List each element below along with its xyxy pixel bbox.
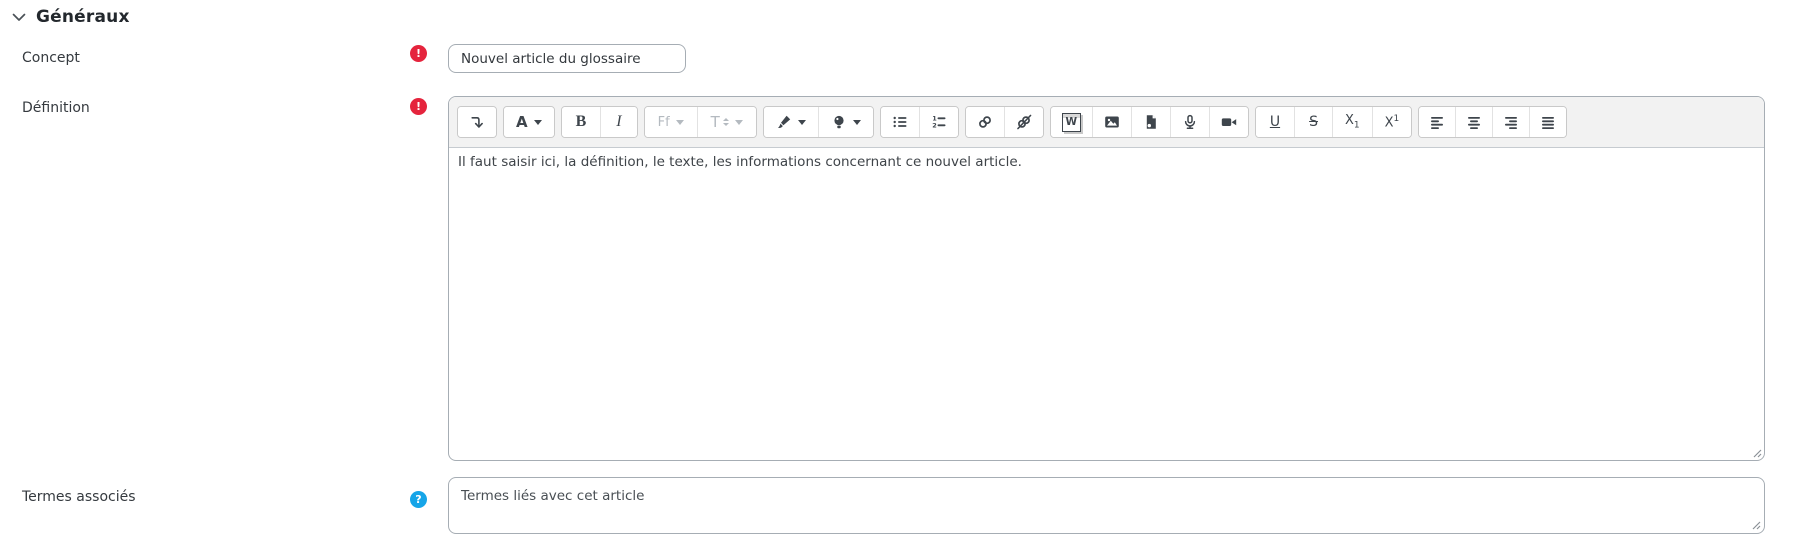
resize-handle-icon[interactable] [1750,519,1761,530]
word-import-button[interactable]: W [1051,107,1092,137]
font-size-button[interactable]: T [697,107,756,137]
record-audio-button[interactable] [1170,107,1209,137]
collapse-toolbar-button[interactable] [458,107,496,137]
toolbar-group-text-format: U S X1 X1 [1255,106,1412,138]
align-right-icon [1503,114,1519,130]
bold-label: B [576,114,587,130]
collapse-arrow-icon [469,114,485,130]
glossary-entry-form: Généraux Concept ! Définition ! [0,0,1803,538]
microphone-icon [1182,114,1198,130]
concept-input[interactable] [448,44,686,73]
toolbar-group-basic: B I [561,106,638,138]
font-family-label: Ff [658,116,670,129]
section-header-general: Généraux [0,0,1803,29]
align-center-icon [1466,114,1482,130]
underline-label: U [1270,115,1280,129]
video-camera-icon [1221,114,1237,130]
concept-row: Concept ! [0,44,1803,73]
definition-label: Définition [22,96,90,116]
subscript-label: X1 [1345,114,1360,131]
required-icon[interactable]: ! [410,45,427,62]
image-icon [1104,114,1120,130]
concept-label: Concept [22,44,80,66]
align-right-button[interactable] [1492,107,1529,137]
italic-button[interactable]: I [600,107,636,137]
unordered-list-button[interactable] [881,107,919,137]
numbered-list-icon: 12 [931,114,947,130]
toolbar-group-media: W [1050,106,1249,138]
collapse-section-toggle[interactable] [12,13,26,22]
toolbar-group-align [1418,106,1567,138]
caret-down-icon [853,120,861,125]
paragraph-styles-button[interactable]: A [504,107,554,137]
definition-row: Définition ! A [0,96,1803,461]
justify-icon [1540,114,1556,130]
caret-down-icon [676,120,684,125]
resize-handle-icon[interactable] [1751,447,1762,458]
svg-text:2: 2 [932,122,937,130]
toolbar-group-styles: A [503,106,555,138]
insert-image-button[interactable] [1092,107,1131,137]
strikethrough-label: S [1309,115,1318,129]
font-color-button[interactable] [764,107,818,137]
help-icon[interactable]: ? [410,491,427,508]
toolbar-group-links [965,106,1044,138]
definition-field-col: A B I Ff [448,96,1765,461]
definition-text: Il faut saisir ici, la définition, le te… [458,154,1022,170]
paintbrush-icon [776,114,792,130]
italic-label: I [616,114,621,130]
word-document-icon: W [1062,113,1081,132]
related-terms-label-col: Termes associés ? [0,477,448,508]
subscript-button[interactable]: X1 [1332,107,1372,137]
styles-label: A [516,115,528,130]
related-terms-row: Termes associés ? [0,477,1803,534]
caret-down-icon [798,120,806,125]
toolbar-group-color [763,106,874,138]
required-icon[interactable]: ! [410,98,427,115]
superscript-label: X1 [1385,115,1400,129]
strikethrough-button[interactable]: S [1294,107,1332,137]
superscript-button[interactable]: X1 [1372,107,1412,137]
caret-down-icon [534,120,542,125]
media-file-icon [1143,114,1159,130]
link-button[interactable] [966,107,1004,137]
definition-editor-content[interactable]: Il faut saisir ici, la définition, le te… [449,148,1764,460]
font-family-button[interactable]: Ff [645,107,697,137]
editor-toolbar: A B I Ff [449,97,1764,148]
concept-label-col: Concept ! [0,44,448,66]
toolbar-group-lists: 12 [880,106,959,138]
section-title: Généraux [36,7,130,27]
align-left-icon [1429,114,1445,130]
unlink-button[interactable] [1004,107,1043,137]
lightbulb-icon [831,114,847,130]
font-size-label: T [711,115,720,130]
related-terms-field-col [448,477,1765,534]
toolbar-group-collapse [457,106,497,138]
chevron-down-icon [12,13,26,22]
bullet-list-icon [892,114,908,130]
definition-label-col: Définition ! [0,96,448,116]
unlink-icon [1016,114,1032,130]
related-terms-label: Termes associés [22,477,136,505]
ordered-list-button[interactable]: 12 [919,107,958,137]
record-video-button[interactable] [1209,107,1248,137]
align-center-button[interactable] [1455,107,1492,137]
align-left-button[interactable] [1419,107,1455,137]
caret-down-icon [735,120,743,125]
highlight-color-button[interactable] [818,107,873,137]
toolbar-group-font: Ff T [644,106,757,138]
size-arrows-icon [723,118,729,126]
related-terms-textarea[interactable] [448,477,1765,534]
insert-media-button[interactable] [1131,107,1170,137]
underline-button[interactable]: U [1256,107,1294,137]
rich-text-editor: A B I Ff [448,96,1765,461]
link-icon [977,114,993,130]
justify-button[interactable] [1529,107,1566,137]
bold-button[interactable]: B [562,107,601,137]
concept-field-col [448,44,1765,73]
